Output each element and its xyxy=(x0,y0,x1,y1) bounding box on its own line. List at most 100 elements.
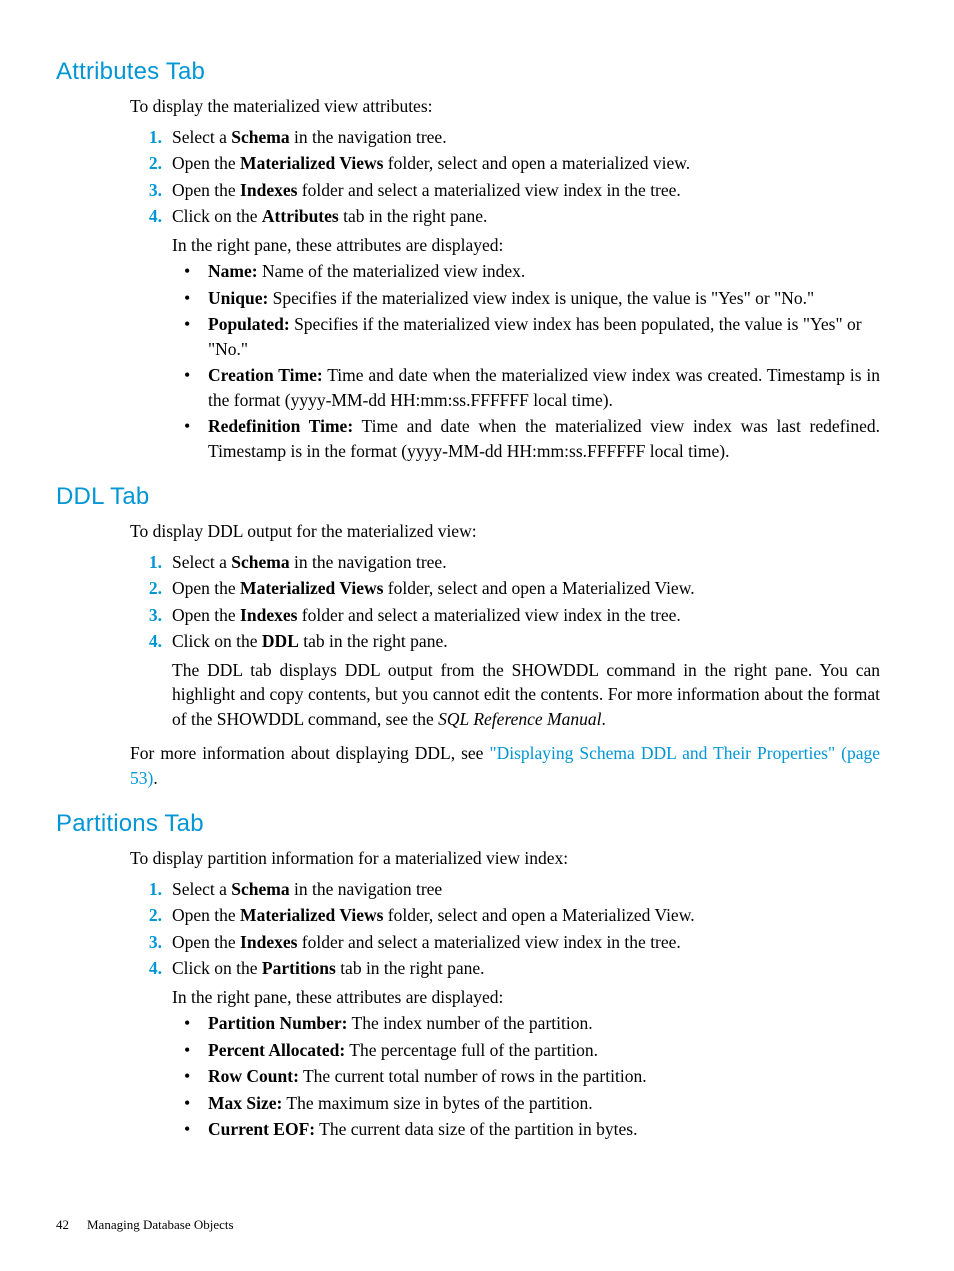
step-item: Click on the Partitions tab in the right… xyxy=(172,956,880,1142)
steps-ddl: Select a Schema in the navigation tree. … xyxy=(130,550,898,732)
intro-attributes: To display the materialized view attribu… xyxy=(130,94,898,119)
text: For more information about displaying DD… xyxy=(130,743,489,763)
bold: Schema xyxy=(231,879,289,899)
text: folder and select a materialized view in… xyxy=(297,932,680,952)
steps-partitions: Select a Schema in the navigation tree O… xyxy=(130,877,898,1142)
page-footer: 42 Managing Database Objects xyxy=(56,1217,234,1233)
ddl-after: For more information about displaying DD… xyxy=(130,741,898,790)
text: . xyxy=(601,709,605,729)
text: . xyxy=(153,768,157,788)
bold: Materialized Views xyxy=(240,578,383,598)
bullet-item: Percent Allocated: The percentage full o… xyxy=(208,1038,880,1063)
step-item: Select a Schema in the navigation tree. xyxy=(172,550,880,575)
bullets-partitions: Partition Number: The index number of th… xyxy=(172,1011,880,1142)
text: in the navigation tree xyxy=(290,879,443,899)
text: tab in the right pane. xyxy=(339,206,488,226)
text: in the navigation tree. xyxy=(290,552,447,572)
bullet-item: Partition Number: The index number of th… xyxy=(208,1011,880,1036)
bold: Indexes xyxy=(240,932,297,952)
bold: Schema xyxy=(231,127,289,147)
page-number: 42 xyxy=(56,1217,69,1232)
step-item: Click on the Attributes tab in the right… xyxy=(172,204,880,463)
text: The percentage full of the partition. xyxy=(345,1040,598,1060)
step-item: Open the Materialized Views folder, sele… xyxy=(172,151,880,176)
heading-partitions: Partitions Tab xyxy=(56,810,898,838)
page-content: Attributes Tab To display the materializ… xyxy=(0,0,954,1192)
text: The index number of the partition. xyxy=(348,1013,593,1033)
bold: Indexes xyxy=(240,605,297,625)
section-partitions: Partitions Tab To display partition info… xyxy=(56,810,898,1142)
label: Row Count: xyxy=(208,1066,299,1086)
bold: Schema xyxy=(231,552,289,572)
text: Click on the xyxy=(172,631,262,651)
step-item: Click on the DDL tab in the right pane. … xyxy=(172,629,880,731)
label: Percent Allocated: xyxy=(208,1040,345,1060)
step-item: Open the Materialized Views folder, sele… xyxy=(172,903,880,928)
text: Open the xyxy=(172,578,240,598)
bold: Indexes xyxy=(240,180,297,200)
step-item: Open the Indexes folder and select a mat… xyxy=(172,603,880,628)
steps-attributes: Select a Schema in the navigation tree. … xyxy=(130,125,898,464)
bullet-item: Populated: Specifies if the materialized… xyxy=(208,312,880,361)
step-item: Select a Schema in the navigation tree. xyxy=(172,125,880,150)
heading-attributes: Attributes Tab xyxy=(56,58,898,86)
text: tab in the right pane. xyxy=(299,631,448,651)
step-item: Open the Indexes folder and select a mat… xyxy=(172,178,880,203)
text: folder, select and open a materialized v… xyxy=(383,153,690,173)
bullet-item: Redefinition Time: Time and date when th… xyxy=(208,414,880,463)
text: Specifies if the materialized view index… xyxy=(268,288,814,308)
text: folder, select and open a Materialized V… xyxy=(383,578,694,598)
text: Select a xyxy=(172,127,231,147)
section-ddl: DDL Tab To display DDL output for the ma… xyxy=(56,483,898,790)
section-attributes: Attributes Tab To display the materializ… xyxy=(56,58,898,463)
text: Open the xyxy=(172,605,240,625)
text: Open the xyxy=(172,905,240,925)
text: in the navigation tree. xyxy=(290,127,447,147)
bold: DDL xyxy=(262,631,299,651)
text: Select a xyxy=(172,552,231,572)
step-item: Open the Indexes folder and select a mat… xyxy=(172,930,880,955)
bullet-item: Current EOF: The current data size of th… xyxy=(208,1117,880,1142)
bullet-item: Name: Name of the materialized view inde… xyxy=(208,259,880,284)
label: Redefinition Time: xyxy=(208,416,353,436)
text: Open the xyxy=(172,932,240,952)
bold: Materialized Views xyxy=(240,905,383,925)
text: tab in the right pane. xyxy=(336,958,485,978)
text: folder and select a materialized view in… xyxy=(297,180,680,200)
text: folder, select and open a Materialized V… xyxy=(383,905,694,925)
ddl-paragraph: The DDL tab displays DDL output from the… xyxy=(172,658,880,732)
bullet-item: Creation Time: Time and date when the ma… xyxy=(208,363,880,412)
text: Specifies if the materialized view index… xyxy=(208,314,862,359)
sub-intro: In the right pane, these attributes are … xyxy=(172,233,880,258)
label: Max Size: xyxy=(208,1093,282,1113)
intro-partitions: To display partition information for a m… xyxy=(130,846,898,871)
heading-ddl: DDL Tab xyxy=(56,483,898,511)
label: Populated: xyxy=(208,314,290,334)
footer-title: Managing Database Objects xyxy=(87,1217,234,1232)
bold: Attributes xyxy=(262,206,339,226)
label: Creation Time: xyxy=(208,365,323,385)
text: folder and select a materialized view in… xyxy=(297,605,680,625)
text: Select a xyxy=(172,879,231,899)
bullets-attributes: Name: Name of the materialized view inde… xyxy=(172,259,880,463)
intro-ddl: To display DDL output for the materializ… xyxy=(130,519,898,544)
step-item: Open the Materialized Views folder, sele… xyxy=(172,576,880,601)
text: Open the xyxy=(172,180,240,200)
text: The current data size of the partition i… xyxy=(315,1119,637,1139)
bold: Materialized Views xyxy=(240,153,383,173)
label: Partition Number: xyxy=(208,1013,348,1033)
text: Name of the materialized view index. xyxy=(258,261,526,281)
bold: Partitions xyxy=(262,958,336,978)
bullet-item: Unique: Specifies if the materialized vi… xyxy=(208,286,880,311)
label: Unique: xyxy=(208,288,268,308)
label: Name: xyxy=(208,261,258,281)
text: The maximum size in bytes of the partiti… xyxy=(282,1093,592,1113)
label: Current EOF: xyxy=(208,1119,315,1139)
text: Click on the xyxy=(172,206,262,226)
text: Click on the xyxy=(172,958,262,978)
bullet-item: Row Count: The current total number of r… xyxy=(208,1064,880,1089)
bullet-item: Max Size: The maximum size in bytes of t… xyxy=(208,1091,880,1116)
italic: SQL Reference Manual xyxy=(438,709,601,729)
sub-intro: In the right pane, these attributes are … xyxy=(172,985,880,1010)
text: Open the xyxy=(172,153,240,173)
